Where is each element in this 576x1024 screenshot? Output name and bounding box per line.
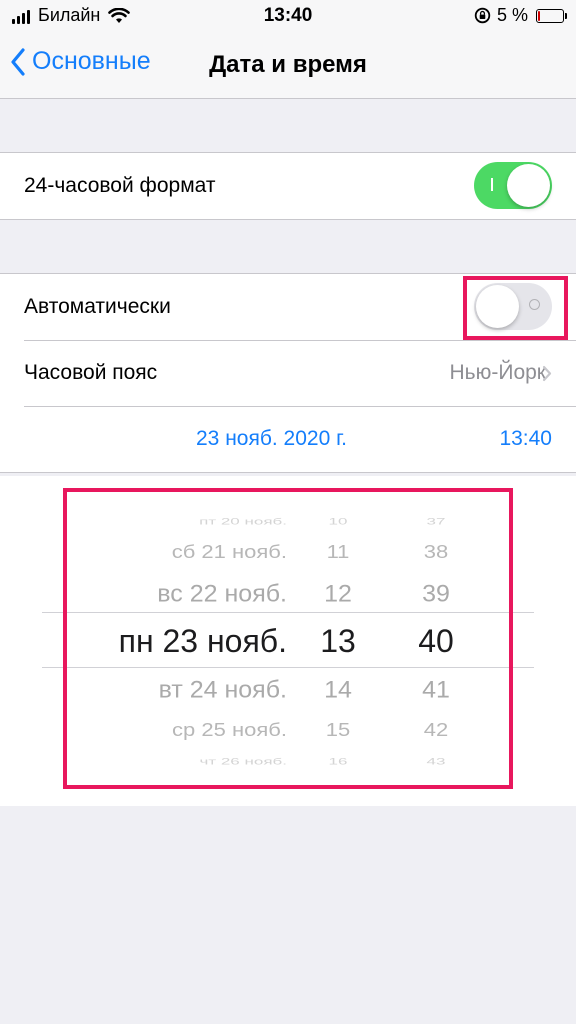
picker-hour-item[interactable]: 11 (327, 542, 350, 562)
picker-hour-item[interactable]: 12 (324, 582, 352, 606)
picker-hour-item[interactable]: 14 (324, 678, 352, 702)
picker-date-item[interactable]: вт 24 нояб. (159, 678, 287, 702)
picker-minute-item[interactable]: 37 (427, 516, 446, 525)
timezone-value: Нью-Йорк (449, 361, 547, 384)
picker-minute-item[interactable]: 41 (422, 678, 450, 702)
picker-minute-item[interactable]: 38 (424, 542, 448, 562)
format-24h-row: 24-часовой формат (0, 153, 576, 219)
picker-date-item[interactable]: вс 22 нояб. (157, 582, 287, 606)
picker-minute-item[interactable]: 43 (427, 756, 446, 765)
page-title: Дата и время (209, 51, 367, 78)
picker-minute-item[interactable]: 42 (424, 720, 448, 740)
picker-hour-item[interactable]: 15 (326, 720, 350, 740)
chevron-right-icon (542, 365, 552, 382)
picker-top-fade (0, 476, 576, 516)
automatic-label: Автоматически (24, 295, 171, 318)
automatic-row: Автоматически (0, 274, 576, 340)
status-bar: Билайн 13:40 5 % (0, 0, 576, 32)
picker-bottom-fade (0, 766, 576, 806)
picker-date-item[interactable]: чт 26 нояб. (199, 756, 287, 765)
format-24h-label: 24-часовой формат (24, 174, 216, 197)
picker-date-item[interactable]: пн 23 нояб. (119, 625, 287, 657)
picker-date-item[interactable]: сб 21 нояб. (172, 542, 287, 562)
picker-selection-line-top (42, 612, 534, 613)
status-right: 5 % (474, 5, 567, 26)
picker-minute-item[interactable]: 39 (422, 582, 450, 606)
toggle-on-mark-icon (491, 178, 493, 191)
toggle-knob (476, 285, 519, 328)
date-time-picker[interactable]: пт 20 нояб. сб 21 нояб. вс 22 нояб. пн 23 н… (0, 476, 576, 806)
automatic-toggle[interactable] (474, 283, 552, 330)
picker-hour-item[interactable]: 10 (329, 516, 348, 525)
current-time[interactable]: 13:40 (499, 427, 552, 451)
date-time-row[interactable]: 23 нояб. 2020 г. 13:40 (0, 406, 576, 472)
toggle-knob (507, 164, 550, 207)
current-date[interactable]: 23 нояб. 2020 г. (196, 427, 347, 451)
battery-percent: 5 % (496, 5, 528, 25)
picker-date-item[interactable]: пт 20 нояб. (199, 516, 287, 525)
timezone-row[interactable]: Часовой пояс Нью-Йорк (0, 340, 576, 406)
timezone-label: Часовой пояс (24, 361, 158, 384)
navigation-bar: Основные Дата и время (0, 32, 576, 99)
picker-minute-item[interactable]: 40 (418, 625, 454, 657)
rotation-lock-icon (474, 7, 491, 24)
datetime-group: Автоматически Часовой пояс Нью-Йорк 23 н… (0, 273, 576, 473)
picker-hour-item[interactable]: 13 (320, 625, 356, 657)
toggle-off-mark-icon (529, 299, 540, 310)
picker-date-item[interactable]: ср 25 нояб. (172, 720, 287, 740)
picker-selection-line-bottom (42, 667, 534, 668)
format-group: 24-часовой формат (0, 152, 576, 220)
battery-icon (536, 8, 567, 23)
format-24h-toggle[interactable] (474, 162, 552, 209)
picker-hour-item[interactable]: 16 (329, 756, 348, 765)
